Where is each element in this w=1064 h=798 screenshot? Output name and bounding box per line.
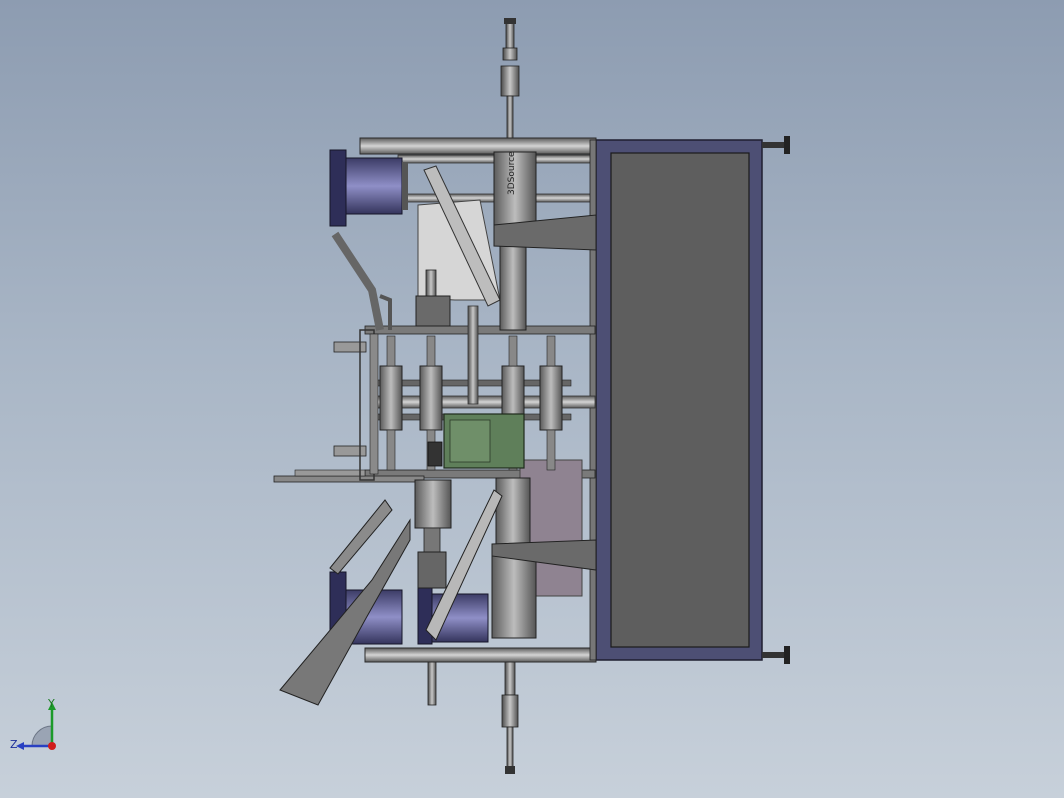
x-axis-dot — [48, 742, 56, 750]
watermark-label: 3DSource — [507, 151, 517, 195]
triad-sector — [31, 725, 53, 747]
orientation-triad: Y Z — [10, 698, 56, 751]
top-spindle — [500, 18, 520, 141]
left-frame — [359, 329, 379, 481]
control-cabinet — [595, 136, 790, 664]
z-axis-label: Z — [10, 738, 18, 751]
top-motor — [329, 149, 408, 227]
lower-actuator — [414, 479, 452, 589]
bottom-spindle — [427, 654, 519, 774]
y-axis-label: Y — [47, 698, 55, 710]
cad-viewport[interactable]: 3DSource Y Z — [0, 0, 1064, 798]
machine-assembly-drawing[interactable]: 3DSource — [0, 0, 1064, 798]
